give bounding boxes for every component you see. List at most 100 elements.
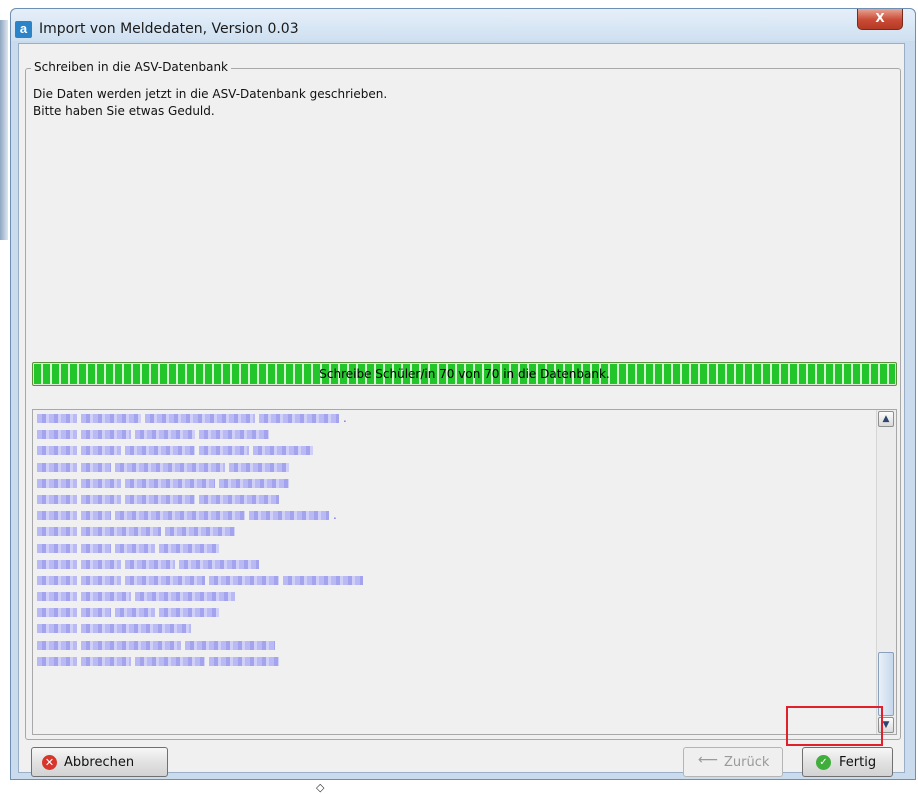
status-message-line-1: Die Daten werden jetzt in die ASV-Datenb… xyxy=(33,87,388,101)
redacted-text xyxy=(115,511,245,521)
redacted-text xyxy=(37,608,77,618)
redacted-text xyxy=(115,462,225,472)
redacted-text xyxy=(81,543,111,553)
redacted-text xyxy=(209,656,279,666)
background-window-edge xyxy=(0,20,8,240)
redacted-text xyxy=(81,527,161,537)
redacted-text xyxy=(199,494,279,504)
finish-button[interactable]: ✓ Fertig xyxy=(802,747,893,777)
redacted-text xyxy=(37,656,77,666)
write-database-group: Schreiben in die ASV-Datenbank Die Daten… xyxy=(25,60,901,740)
redacted-text xyxy=(81,446,121,456)
redacted-text xyxy=(81,462,111,472)
redacted-text xyxy=(283,575,363,585)
redacted-text xyxy=(145,414,255,423)
redacted-text xyxy=(37,575,77,585)
log-line xyxy=(37,426,874,442)
log-line xyxy=(37,459,874,475)
close-button[interactable]: X xyxy=(857,9,903,30)
log-entries: .. xyxy=(37,410,874,734)
redacted-text xyxy=(81,494,121,504)
redacted-text xyxy=(37,478,77,488)
redacted-text xyxy=(249,511,329,521)
redacted-text xyxy=(135,592,235,602)
log-list[interactable]: .. ▲ ▼ xyxy=(32,409,897,735)
redacted-text xyxy=(125,494,195,504)
redacted-text xyxy=(159,608,219,618)
finish-button-label: Fertig xyxy=(839,755,877,770)
log-line-suffix: . xyxy=(343,411,347,425)
redacted-text xyxy=(37,527,77,537)
app-icon: a xyxy=(15,21,32,38)
redacted-text xyxy=(179,559,259,569)
log-line xyxy=(37,620,874,636)
redacted-text xyxy=(81,656,131,666)
redacted-text xyxy=(125,559,175,569)
redacted-text xyxy=(185,640,275,650)
back-button-label: Zurück xyxy=(724,755,770,770)
redacted-text xyxy=(37,640,77,650)
redacted-text xyxy=(219,478,289,488)
redacted-text xyxy=(81,592,131,602)
redacted-text xyxy=(81,430,131,440)
redacted-text xyxy=(37,559,77,569)
log-line xyxy=(37,540,874,556)
log-line-suffix: . xyxy=(333,508,337,523)
log-line xyxy=(37,588,874,604)
check-icon: ✓ xyxy=(816,755,831,770)
dialog-content: Schreiben in die ASV-Datenbank Die Daten… xyxy=(18,43,905,777)
log-line xyxy=(37,442,874,458)
group-title: Schreiben in die ASV-Datenbank xyxy=(31,60,232,74)
redacted-text xyxy=(81,511,111,521)
redacted-text xyxy=(37,592,77,602)
redacted-text xyxy=(115,543,155,553)
redacted-text xyxy=(199,446,249,456)
cancel-button[interactable]: ✕ Abbrechen xyxy=(31,747,168,777)
log-line xyxy=(37,475,874,491)
log-line xyxy=(37,604,874,620)
redacted-text xyxy=(37,543,77,553)
redacted-text xyxy=(209,575,279,585)
redacted-text xyxy=(81,575,121,585)
redacted-text xyxy=(81,414,141,423)
log-line xyxy=(37,556,874,572)
title-bar[interactable]: a Import von Meldedaten, Version 0.03 X xyxy=(11,9,915,41)
redacted-text xyxy=(37,494,77,504)
redacted-text xyxy=(37,446,77,456)
import-dialog: a Import von Meldedaten, Version 0.03 X … xyxy=(10,8,916,780)
log-line xyxy=(37,491,874,507)
redacted-text xyxy=(259,414,339,423)
cancel-button-label: Abbrechen xyxy=(64,755,135,770)
vertical-scrollbar[interactable]: ▲ ▼ xyxy=(876,410,896,734)
back-button[interactable]: ⟵ Zurück xyxy=(683,747,783,777)
redacted-text xyxy=(199,430,269,440)
status-message-line-2: Bitte haben Sie etwas Geduld. xyxy=(33,104,215,118)
log-line xyxy=(37,653,874,669)
redacted-text xyxy=(37,511,77,521)
redacted-text xyxy=(37,624,77,634)
log-line xyxy=(37,572,874,588)
arrow-left-icon: ⟵ xyxy=(698,752,719,768)
redacted-text xyxy=(135,430,195,440)
window-title: Import von Meldedaten, Version 0.03 xyxy=(39,21,299,37)
redacted-text xyxy=(37,414,77,423)
redacted-text xyxy=(81,608,111,618)
redacted-text xyxy=(81,624,191,634)
log-line xyxy=(37,637,874,653)
redacted-text xyxy=(135,656,205,666)
redacted-text xyxy=(81,640,181,650)
redacted-text xyxy=(125,446,195,456)
redacted-text xyxy=(81,478,121,488)
redacted-text xyxy=(37,430,77,440)
cancel-icon: ✕ xyxy=(42,755,57,770)
finish-button-highlight xyxy=(786,706,883,746)
log-line xyxy=(37,523,874,539)
status-message: Die Daten werden jetzt in die ASV-Datenb… xyxy=(33,86,387,120)
mouse-cursor-icon: ◇ xyxy=(316,781,325,794)
progress-bar: Schreibe Schüler/in 70 von 70 in die Dat… xyxy=(32,362,897,386)
scroll-up-arrow-icon[interactable]: ▲ xyxy=(878,411,894,427)
progress-text: Schreibe Schüler/in 70 von 70 in die Dat… xyxy=(319,367,610,381)
redacted-text xyxy=(159,543,219,553)
redacted-text xyxy=(115,608,155,618)
redacted-text xyxy=(253,446,313,456)
